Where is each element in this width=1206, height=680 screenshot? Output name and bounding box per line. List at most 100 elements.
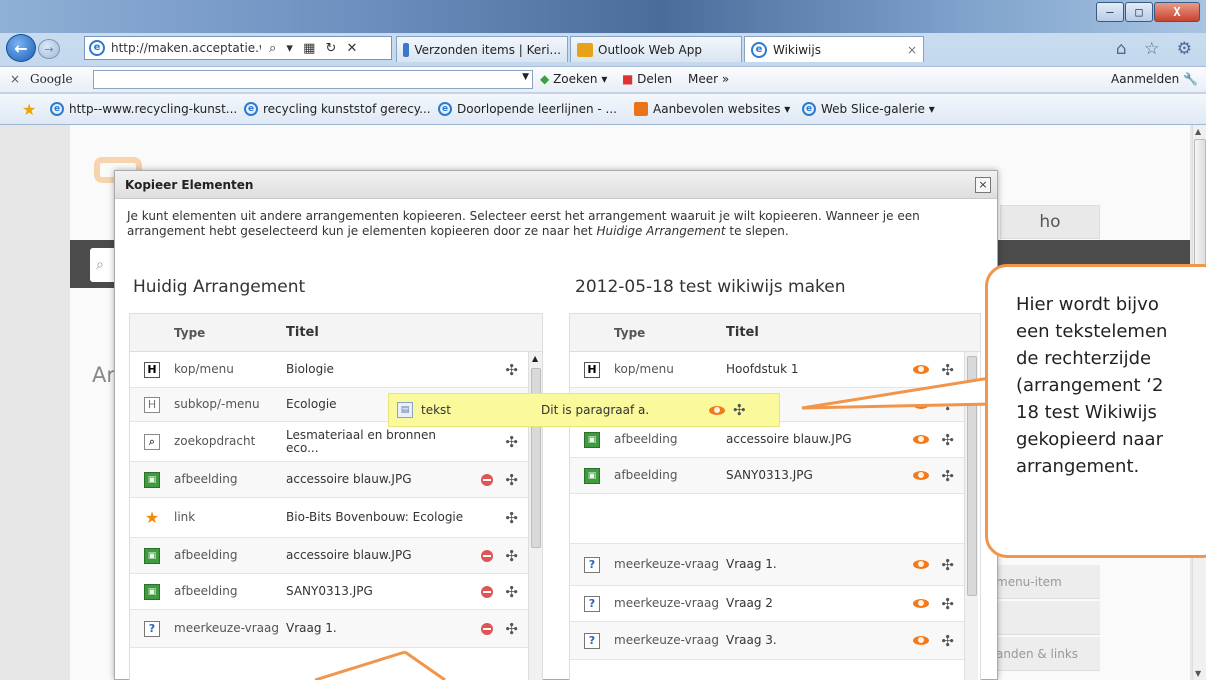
back-button[interactable]: ← — [6, 34, 36, 62]
move-icon[interactable]: ✣ — [733, 401, 746, 419]
dragged-element-row[interactable]: ▤ tekst Dit is paragraaf a. ✣ — [388, 393, 780, 427]
tab-wikiwijs[interactable]: e Wikiwijs × — [744, 36, 924, 62]
address-bar[interactable]: e http://maken.acceptatie.wi... ⌕ ▾ ▦ ↻ … — [84, 36, 392, 60]
row-title: Vraag 1. — [726, 557, 777, 571]
maximize-button[interactable]: □ — [1125, 2, 1153, 22]
table-row[interactable]: ? meerkeuze-vraag Vraag 1. ✣ — [130, 610, 528, 648]
move-icon[interactable]: ✣ — [941, 431, 954, 449]
tab-outlook[interactable]: Outlook Web App — [570, 36, 742, 62]
table-row[interactable]: ▣ afbeelding SANY0313.JPG ✣ — [130, 574, 528, 610]
scroll-up-icon[interactable]: ▲ — [1195, 127, 1201, 136]
table-row[interactable]: ▣ afbeelding accessoire blauw.JPG ✣ — [570, 422, 964, 458]
table-row[interactable]: Hkop/menu Biologie ✣ — [130, 352, 528, 388]
view-icon[interactable] — [913, 599, 930, 608]
favorite-item[interactable]: e http--www.recycling-kunst... — [50, 102, 237, 116]
zoeken-button[interactable]: ◆ Zoeken ▾ — [540, 72, 607, 86]
side-menu-item[interactable] — [990, 601, 1100, 635]
site-tab-ho[interactable]: ho — [1000, 205, 1100, 239]
table-row[interactable]: ? meerkeuze-vraag Vraag 2 ✣ — [570, 586, 964, 622]
toolbar-icons[interactable]: ⌂ ☆ ⚙ — [1116, 39, 1198, 59]
scrollbar-thumb[interactable] — [967, 356, 977, 596]
google-search-input[interactable]: ▼ — [93, 70, 533, 89]
delen-button[interactable]: ■ Delen — [622, 72, 672, 86]
col-type-header[interactable]: Type — [614, 314, 726, 351]
move-icon[interactable]: ✣ — [941, 556, 954, 574]
delete-icon[interactable] — [481, 585, 494, 598]
move-icon[interactable]: ✣ — [505, 509, 518, 527]
table-row[interactable] — [570, 494, 964, 544]
move-icon[interactable]: ✣ — [505, 433, 518, 451]
move-icon[interactable]: ✣ — [941, 632, 954, 650]
table-row[interactable]: ▣ afbeelding accessoire blauw.JPG ✣ — [130, 462, 528, 498]
side-menu-item[interactable]: menu-item — [990, 565, 1100, 599]
delete-icon[interactable] — [481, 549, 494, 562]
table-row[interactable]: ▣ afbeelding accessoire blauw.JPG ✣ — [130, 538, 528, 574]
move-icon[interactable]: ✣ — [505, 471, 518, 489]
forward-button[interactable]: → — [38, 39, 60, 59]
favorite-item[interactable]: e recycling kunststof gerecy... — [244, 102, 431, 116]
tab-verzonden-items[interactable]: Verzonden items | Keri... — [396, 36, 568, 62]
wrench-icon: 🔧 — [1183, 72, 1198, 86]
dropdown-icon[interactable]: ▼ — [522, 72, 529, 82]
col-title-header[interactable]: Titel — [286, 314, 542, 351]
scroll-up-icon[interactable]: ▲ — [532, 354, 538, 363]
search-icon: ⌕ — [144, 433, 160, 450]
favorite-item[interactable]: e Web Slice-galerie ▾ — [802, 102, 935, 116]
move-icon[interactable]: ✣ — [505, 583, 518, 601]
move-icon[interactable]: ✣ — [505, 361, 518, 379]
table-scrollbar[interactable] — [964, 352, 978, 680]
close-window-button[interactable]: X — [1154, 2, 1200, 22]
move-icon[interactable]: ✣ — [941, 467, 954, 485]
current-arrangement-table: Type Titel Hkop/menu Biologie ✣ Hsubkop/-me… — [129, 313, 543, 680]
row-type: subkop/-menu — [174, 397, 260, 411]
outlook-icon — [577, 42, 593, 57]
tab-close-icon[interactable]: × — [897, 43, 917, 57]
table-row[interactable]: ★ link Bio-Bits Bovenbouw: Ecologie ✣ — [130, 498, 528, 538]
col-title-header[interactable]: Titel — [726, 314, 980, 351]
table-row[interactable]: ? meerkeuze-vraag Vraag 3. ✣ — [570, 622, 964, 660]
aanmelden-button[interactable]: Aanmelden 🔧 — [1111, 72, 1198, 86]
move-icon[interactable]: ✣ — [505, 547, 518, 565]
toolbar-close-icon[interactable]: × — [10, 72, 20, 86]
move-icon[interactable]: ✣ — [505, 620, 518, 638]
question-icon: ? — [584, 632, 600, 649]
address-url[interactable]: http://maken.acceptatie.wi... — [111, 41, 261, 55]
side-menu-item[interactable]: anden & links — [990, 637, 1100, 671]
view-icon[interactable] — [913, 435, 930, 444]
table-row[interactable]: ? meerkeuze-vraag Vraag 1. ✣ — [570, 544, 964, 586]
view-icon[interactable] — [913, 400, 930, 409]
window-titlebar: – □ X — [0, 0, 1206, 33]
callout-line: Hier wordt bijvo — [1016, 294, 1159, 315]
view-icon[interactable] — [913, 365, 930, 374]
meer-button[interactable]: Meer » — [688, 72, 729, 86]
col-type-header[interactable]: Type — [174, 314, 286, 351]
forward-arrow-icon: → — [44, 42, 54, 56]
view-icon[interactable] — [913, 471, 930, 480]
navigation-row: ← → e http://maken.acceptatie.wi... ⌕ ▾ … — [0, 33, 1206, 63]
row-type: kop/menu — [174, 362, 234, 376]
delete-icon[interactable] — [481, 473, 494, 486]
heading-icon: H — [144, 396, 160, 413]
ie-icon: e — [50, 102, 64, 116]
view-icon[interactable] — [709, 405, 725, 415]
move-icon[interactable]: ✣ — [941, 396, 954, 414]
favorite-item[interactable]: Aanbevolen websites ▾ — [634, 102, 790, 116]
favorites-star-icon[interactable]: ★ — [22, 100, 36, 119]
row-title: Lesmateriaal en bronnen eco... — [286, 427, 436, 455]
view-icon[interactable] — [913, 636, 930, 645]
address-controls[interactable]: ⌕ ▾ ▦ ↻ ✕ — [269, 41, 360, 56]
ie-tab-icon: e — [751, 41, 767, 58]
table-row[interactable]: ⌕ zoekopdracht Lesmateriaal en bronnen eco… — [130, 422, 528, 462]
move-icon[interactable]: ✣ — [941, 595, 954, 613]
table-row[interactable]: Hkop/menu Hoofdstuk 1 ✣ — [570, 352, 964, 388]
minimize-button[interactable]: – — [1096, 2, 1124, 22]
table-row[interactable]: ▣ afbeelding SANY0313.JPG ✣ — [570, 458, 964, 494]
scroll-down-icon[interactable]: ▼ — [1195, 669, 1201, 678]
callout-line: 18 test Wikiwijs — [1016, 402, 1157, 423]
delete-icon[interactable] — [481, 622, 494, 635]
move-icon[interactable]: ✣ — [941, 361, 954, 379]
dialog-close-button[interactable]: × — [975, 177, 991, 193]
favorite-item[interactable]: e Doorlopende leerlijnen - ... — [438, 102, 617, 116]
view-icon[interactable] — [913, 560, 930, 569]
row-type: link — [174, 510, 196, 524]
